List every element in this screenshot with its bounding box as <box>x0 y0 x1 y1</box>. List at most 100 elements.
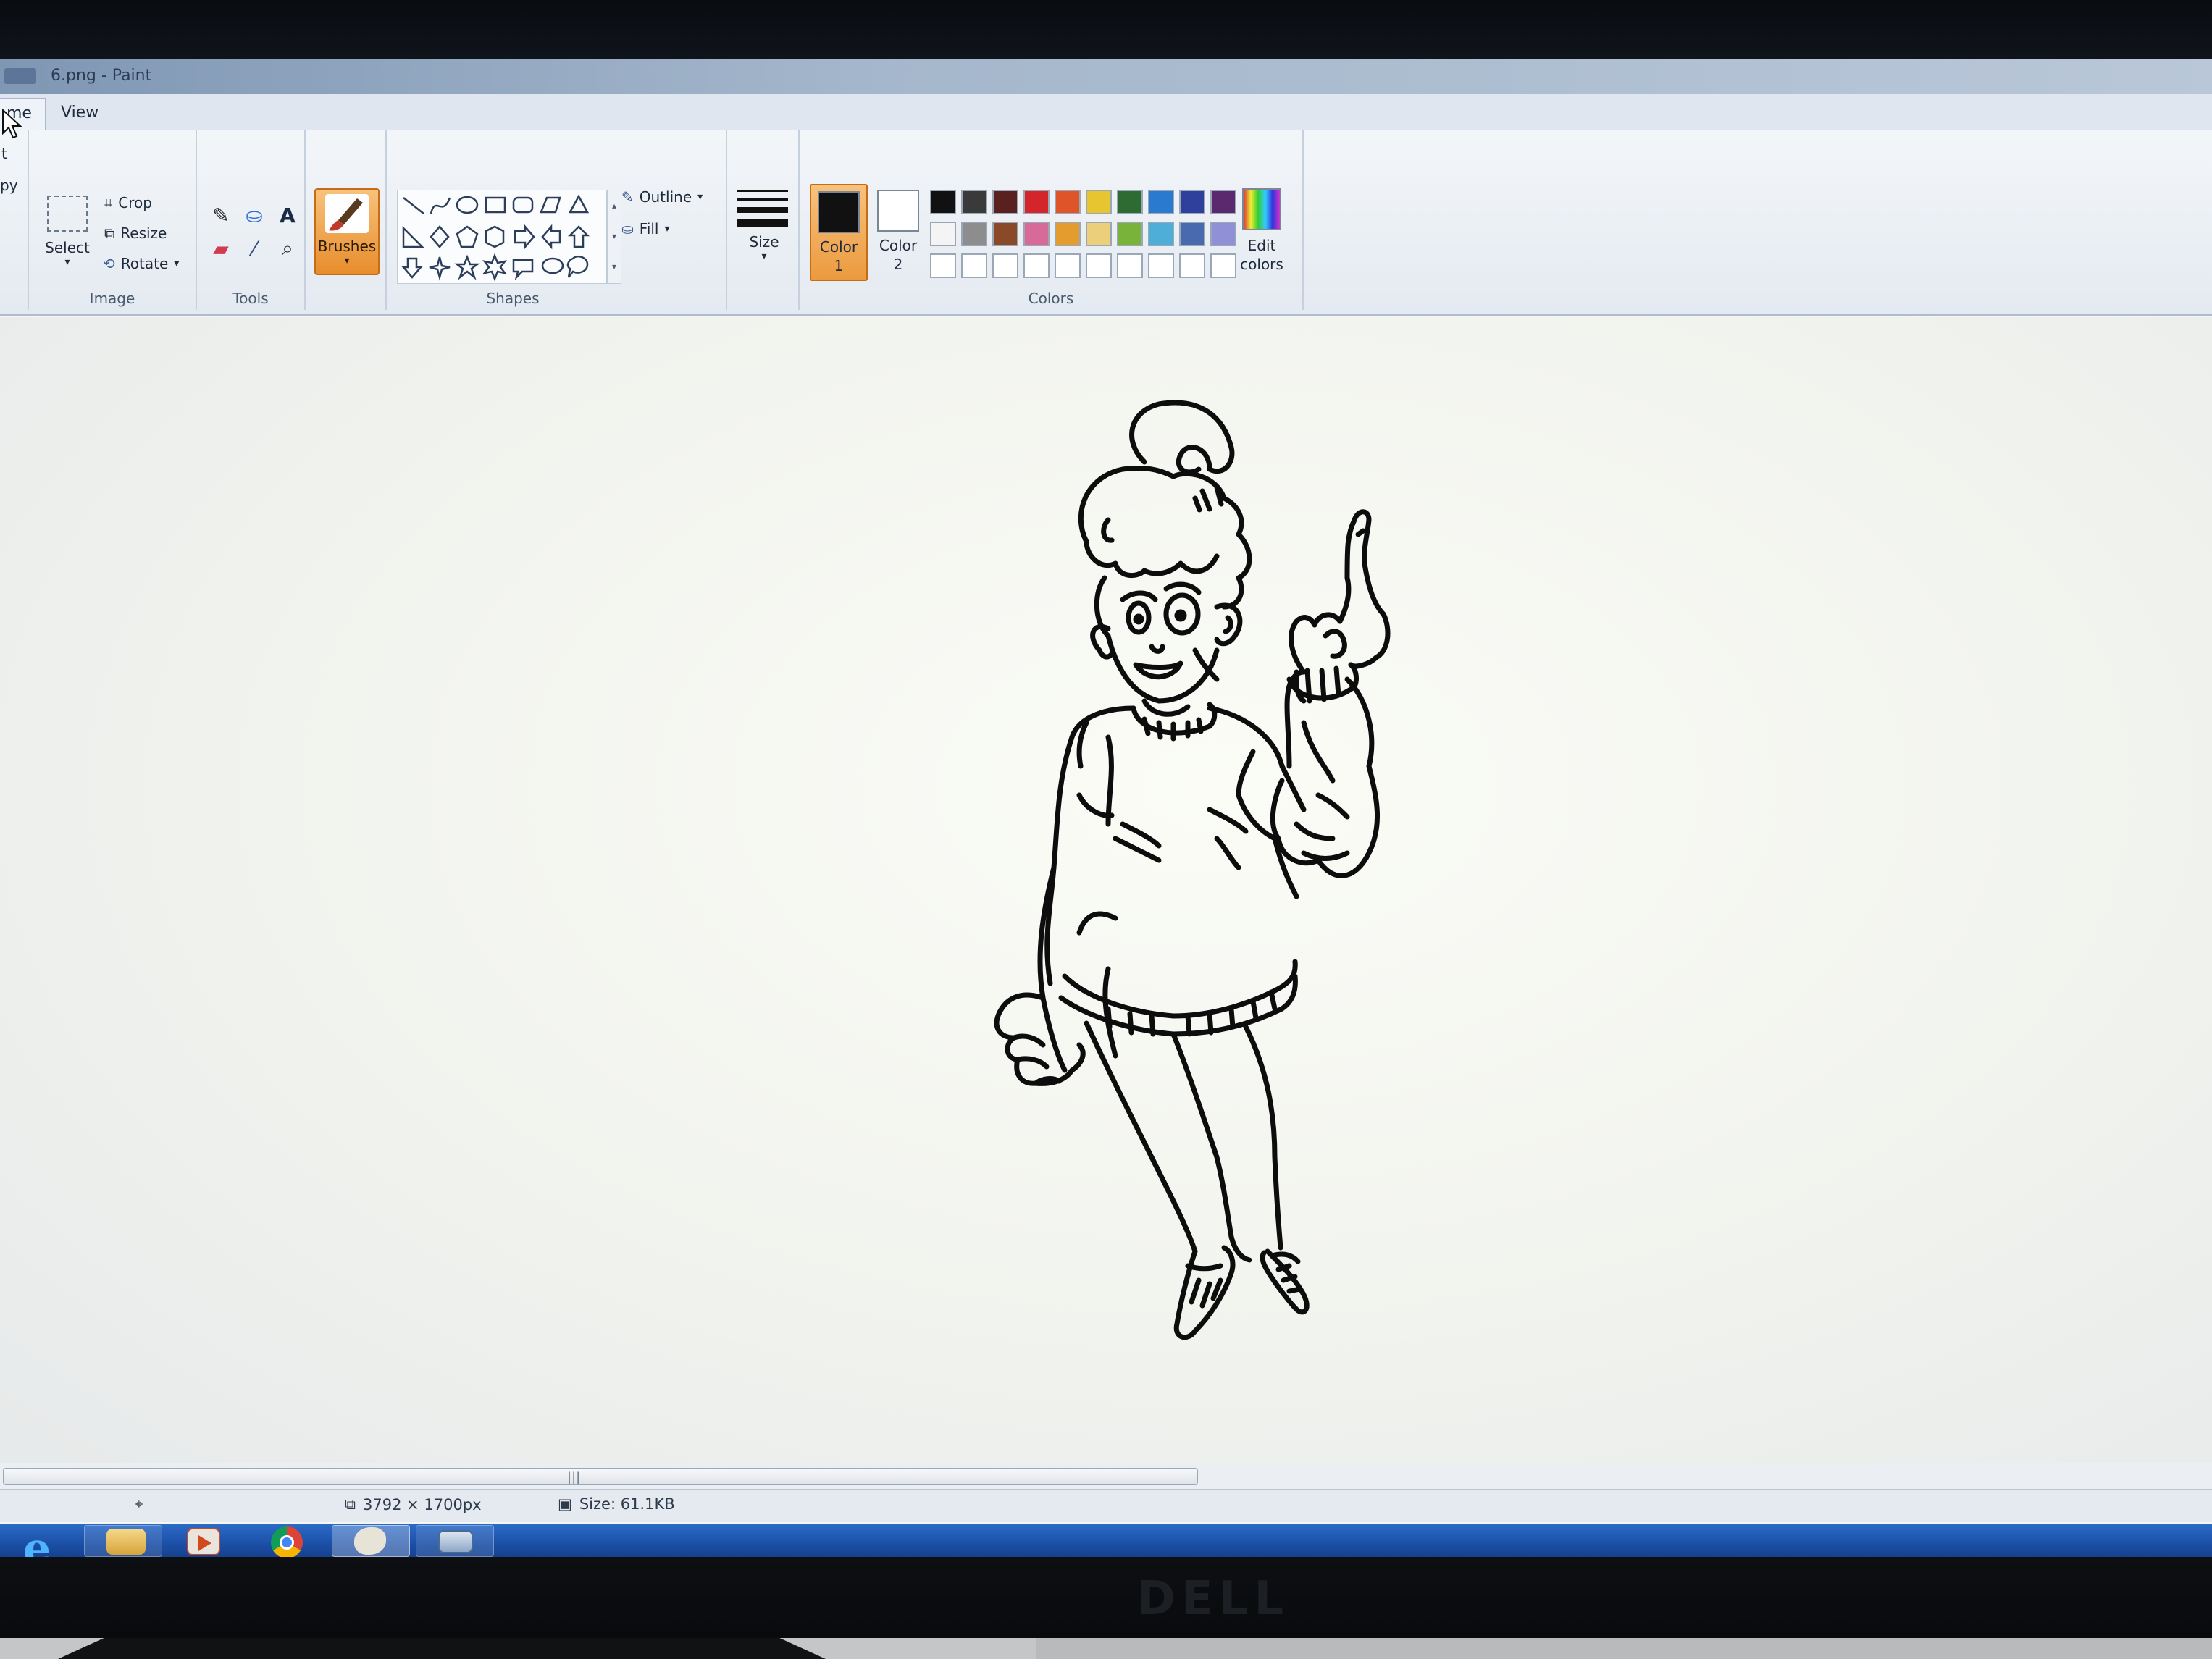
internet-explorer-taskbar-button[interactable]: e <box>3 1524 81 1558</box>
palette-color-13[interactable] <box>992 222 1018 246</box>
color1-swatch <box>818 191 860 233</box>
select-icon <box>47 196 88 232</box>
file-size-text: Size: 61.1KB <box>579 1495 675 1513</box>
palette-color-26[interactable] <box>1086 253 1112 278</box>
palette-color-12[interactable] <box>961 222 987 246</box>
pencil-icon[interactable]: ✎ <box>206 200 236 230</box>
color1-label: Color <box>819 238 858 256</box>
color2-button[interactable]: Color 2 <box>869 184 927 281</box>
taskbar: e <box>0 1524 2212 1558</box>
rotate-label: Rotate <box>120 255 169 272</box>
outline-button[interactable]: ✎ Outline ▾ <box>621 188 703 206</box>
palette-color-21[interactable] <box>930 253 956 278</box>
cursor-position: ⌖ <box>135 1495 143 1513</box>
palette-color-10[interactable] <box>1210 190 1236 214</box>
palette-color-11[interactable] <box>930 222 956 246</box>
size-label: Size <box>749 233 779 251</box>
file-explorer-taskbar-button[interactable] <box>84 1525 162 1557</box>
palette-color-20[interactable] <box>1210 222 1236 246</box>
shapes-gallery[interactable] <box>397 190 607 284</box>
palette-color-3[interactable] <box>992 190 1018 214</box>
crop-button[interactable]: ⌗ Crop <box>104 194 152 211</box>
folder-icon <box>106 1529 146 1555</box>
color2-swatch <box>877 190 919 232</box>
palette-color-1[interactable] <box>930 190 956 214</box>
size-button[interactable]: Size ▾ <box>737 190 791 262</box>
magnifier-icon[interactable]: ⌕ <box>272 233 303 264</box>
palette-color-5[interactable] <box>1055 190 1081 214</box>
drawing-canvas[interactable] <box>0 317 2212 1490</box>
image-group-label: Image <box>89 290 135 307</box>
color2-label: Color <box>879 237 918 254</box>
fill-bucket-icon[interactable]: ⛀ <box>239 200 269 230</box>
palette-color-27[interactable] <box>1117 253 1143 278</box>
quick-access-toolbar[interactable] <box>4 68 36 84</box>
palette-color-2[interactable] <box>961 190 987 214</box>
selection-size-icon: ⧉ <box>345 1495 356 1513</box>
shapes-gallery-icons <box>401 194 590 282</box>
dimensions-text: 3792 × 1700px <box>363 1495 482 1513</box>
mouse-cursor-icon <box>2 109 22 139</box>
tab-view[interactable]: View <box>48 98 112 130</box>
media-player-taskbar-button[interactable] <box>165 1525 243 1558</box>
palette-color-19[interactable] <box>1179 222 1205 246</box>
chevron-down-icon: ▾ <box>761 251 767 262</box>
copy-button-fragment[interactable]: py <box>0 177 18 194</box>
eraser-icon[interactable]: ▰ <box>206 233 236 264</box>
chevron-down-icon: ▾ <box>64 256 70 268</box>
palette-color-8[interactable] <box>1148 190 1174 214</box>
resize-icon: ⧉ <box>104 224 115 242</box>
color-spectrum-icon <box>1242 188 1281 230</box>
color-picker-icon[interactable]: ⁄ <box>239 233 269 264</box>
chevron-down-icon: ▾ <box>344 255 350 266</box>
internet-explorer-icon: e <box>23 1524 51 1558</box>
palette-color-22[interactable] <box>961 253 987 278</box>
palette-color-25[interactable] <box>1055 253 1081 278</box>
text-tool-icon[interactable]: A <box>272 200 303 230</box>
select-button[interactable]: Select ▾ <box>42 196 93 268</box>
shapes-group-label: Shapes <box>486 290 540 307</box>
tools-group: ✎ ⛀ A ▰ ⁄ ⌕ Tools <box>197 130 306 310</box>
cut-button-fragment[interactable]: t <box>1 145 7 162</box>
select-label: Select <box>45 239 90 256</box>
palette-color-7[interactable] <box>1117 190 1143 214</box>
edit-colors-button[interactable]: Edit colors <box>1233 184 1291 274</box>
colors-group-label: Colors <box>1028 290 1074 307</box>
rotate-icon: ⟲ <box>103 255 115 272</box>
palette-color-9[interactable] <box>1179 190 1205 214</box>
ribbon-tabs: me View <box>0 94 2212 130</box>
palette-color-28[interactable] <box>1148 253 1174 278</box>
outline-label: Outline <box>639 188 692 206</box>
horizontal-scrollbar[interactable]: ||| <box>0 1463 2212 1489</box>
brushes-button[interactable]: Brushes ▾ <box>314 188 380 275</box>
palette-color-16[interactable] <box>1086 222 1112 246</box>
paint-taskbar-button[interactable] <box>332 1525 410 1557</box>
crop-icon: ⌗ <box>104 194 113 211</box>
media-player-icon <box>187 1528 220 1555</box>
fill-button[interactable]: ⛀ Fill ▾ <box>621 220 670 238</box>
crop-label: Crop <box>118 194 152 211</box>
chrome-taskbar-button[interactable] <box>249 1525 327 1558</box>
shapes-scroll[interactable]: ▴ ▾ ▾ <box>607 190 621 284</box>
edit-colors-label-2: colors <box>1240 256 1283 273</box>
color2-number: 2 <box>893 256 903 273</box>
palette-color-6[interactable] <box>1086 190 1112 214</box>
palette-color-15[interactable] <box>1055 222 1081 246</box>
palette-color-30[interactable] <box>1210 253 1236 278</box>
chevron-down-icon: ▾ <box>697 191 703 203</box>
palette-color-18[interactable] <box>1148 222 1174 246</box>
canvas-dimensions: ⧉ 3792 × 1700px <box>345 1495 482 1513</box>
rotate-button[interactable]: ⟲ Rotate ▾ <box>103 255 179 272</box>
palette-color-24[interactable] <box>1023 253 1050 278</box>
resize-button[interactable]: ⧉ Resize <box>104 224 167 242</box>
palette-color-14[interactable] <box>1023 222 1050 246</box>
palette-color-17[interactable] <box>1117 222 1143 246</box>
palette-color-23[interactable] <box>992 253 1018 278</box>
color1-button[interactable]: Color 1 <box>810 184 868 281</box>
monitor-bezel-top <box>0 0 2212 65</box>
other-window-taskbar-button[interactable] <box>416 1525 494 1557</box>
fill-icon: ⛀ <box>621 220 634 238</box>
scrollbar-thumb[interactable]: ||| <box>3 1468 1198 1485</box>
palette-color-4[interactable] <box>1023 190 1050 214</box>
palette-color-29[interactable] <box>1179 253 1205 278</box>
